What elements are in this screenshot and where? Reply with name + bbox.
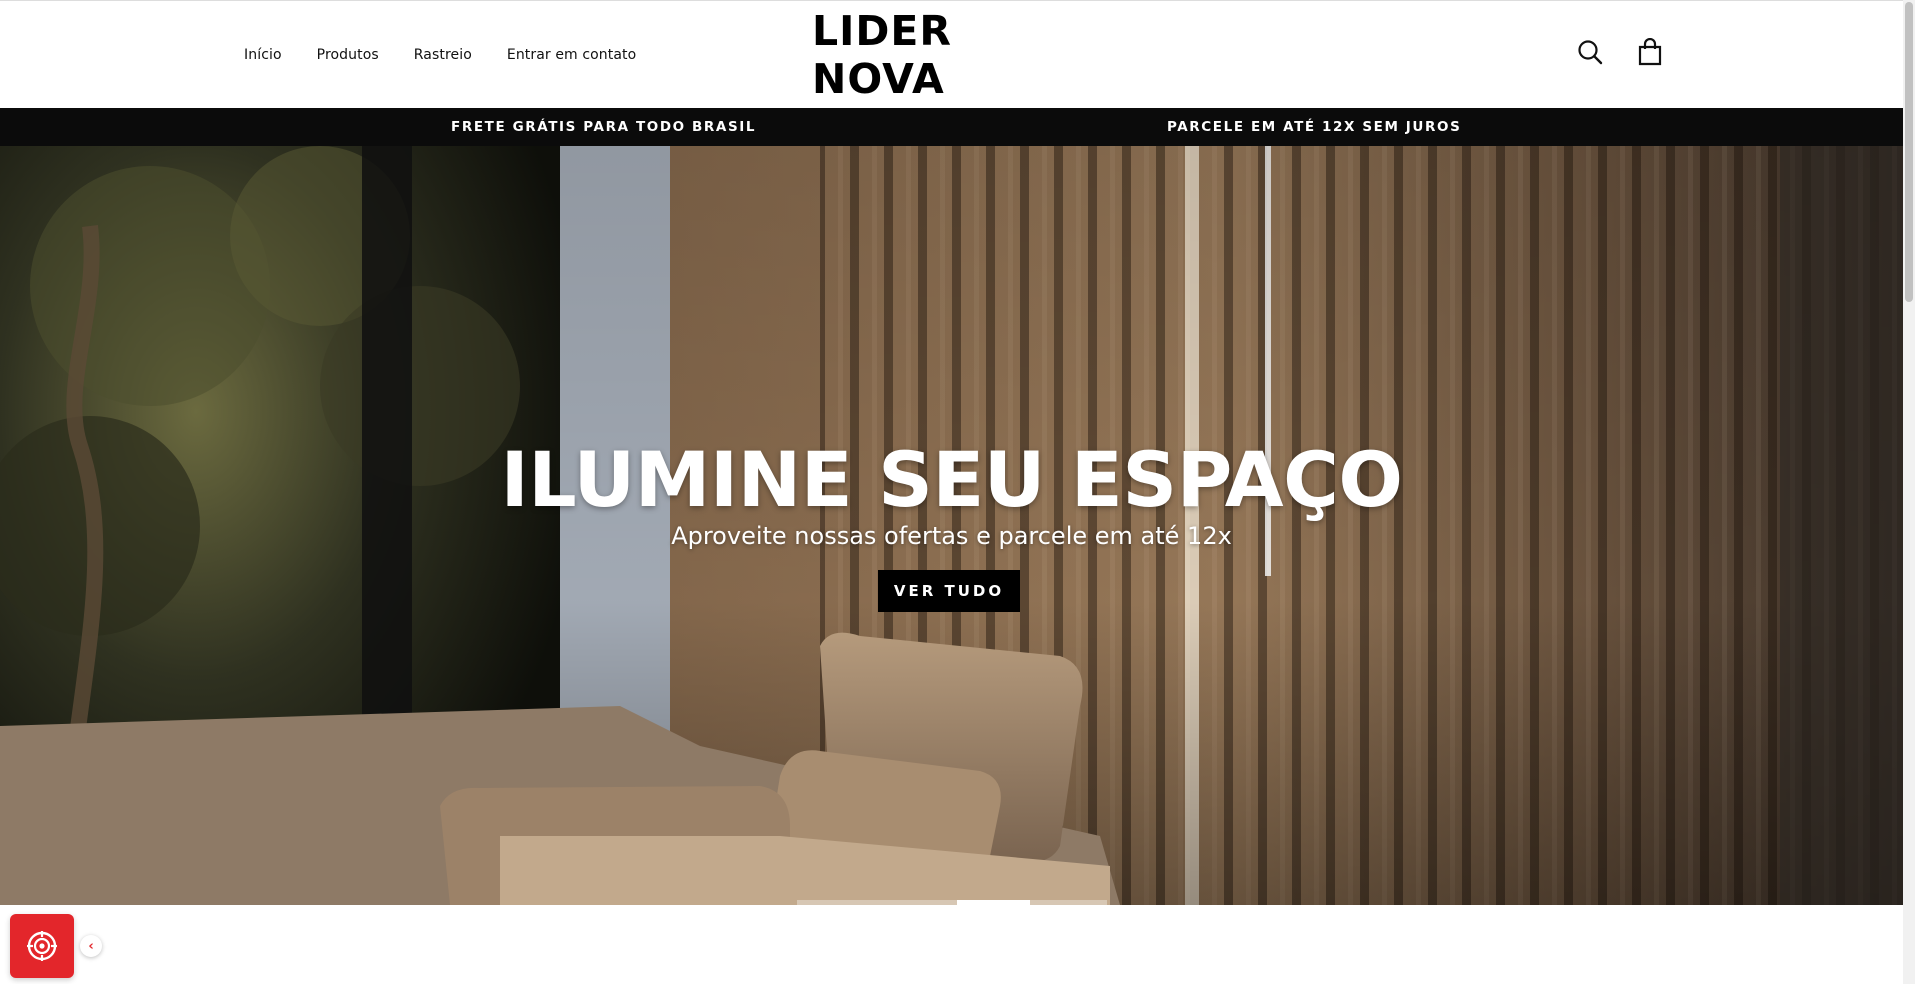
nav-item-produtos[interactable]: Produtos xyxy=(317,47,379,63)
search-icon[interactable] xyxy=(1575,37,1605,67)
chevron-left-icon[interactable]: ‹ xyxy=(80,935,102,957)
hero-banner: ILUMINE SEU ESPAÇO Aproveite nossas ofer… xyxy=(0,146,1903,905)
scrollbar-thumb[interactable] xyxy=(1905,2,1913,302)
slide-dot-1[interactable] xyxy=(797,900,957,905)
accessibility-widget-button[interactable] xyxy=(10,914,74,978)
view-all-button[interactable]: VER TUDO xyxy=(878,570,1020,612)
announcement-shipping: FRETE GRÁTIS PARA TODO BRASIL xyxy=(451,119,757,135)
page: Início Produtos Rastreio Entrar em conta… xyxy=(0,0,1915,984)
announcement-installments: PARCELE EM ATÉ 12X SEM JUROS xyxy=(1167,119,1462,135)
hero-subtitle: Aproveite nossas ofertas e parcele em at… xyxy=(671,522,1232,550)
slide-dot-2[interactable] xyxy=(957,900,1030,905)
main-nav: Início Produtos Rastreio Entrar em conta… xyxy=(244,1,636,109)
header-actions xyxy=(1575,37,1665,67)
slide-dot-3[interactable] xyxy=(1030,900,1107,905)
hero-title: ILUMINE SEU ESPAÇO xyxy=(500,435,1404,524)
site-header: Início Produtos Rastreio Entrar em conta… xyxy=(0,0,1903,108)
slide-indicators xyxy=(797,900,1107,905)
announcement-bar: FRETE GRÁTIS PARA TODO BRASIL PARCELE EM… xyxy=(0,108,1903,146)
nav-item-contato[interactable]: Entrar em contato xyxy=(507,47,636,63)
site-logo[interactable]: LIDER NOVA xyxy=(812,7,1094,103)
nav-item-rastreio[interactable]: Rastreio xyxy=(414,47,472,63)
page-scrollbar[interactable] xyxy=(1903,0,1915,984)
nav-item-inicio[interactable]: Início xyxy=(244,47,282,63)
cart-icon[interactable] xyxy=(1635,37,1665,67)
accessibility-icon xyxy=(27,931,57,961)
